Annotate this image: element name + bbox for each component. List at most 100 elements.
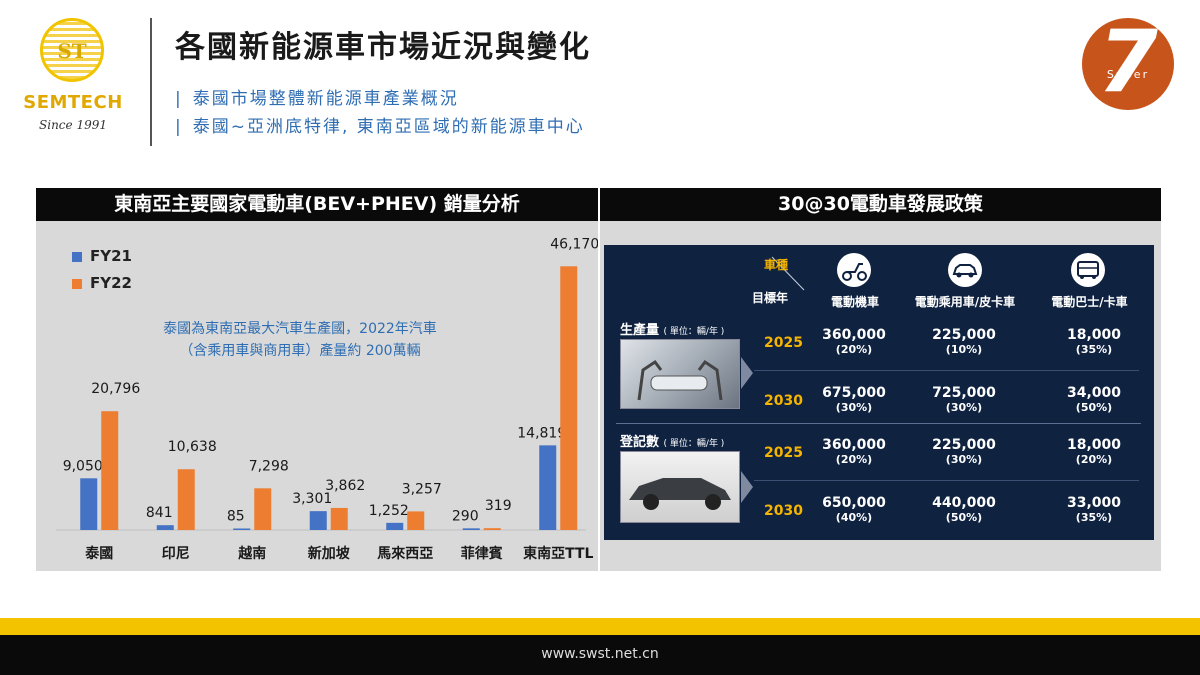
group-separator — [616, 423, 1141, 424]
target-year: 2025 — [764, 445, 803, 461]
category-label-4: 馬來西亞 — [377, 545, 433, 562]
group-label: 生產量 ( 單位：輛/年 ) — [620, 319, 724, 338]
policy-share: (20%) — [1075, 453, 1113, 466]
subtitle-bar: | — [175, 117, 183, 137]
column-header: 電動巴士/卡車 — [1051, 295, 1128, 309]
policy-share: (30%) — [835, 401, 873, 414]
data-label-fy21-6: 14,819 — [517, 425, 566, 441]
category-label-5: 菲律賓 — [461, 545, 503, 562]
group-unit: ( 單位：輛/年 ) — [663, 439, 725, 449]
badge-word: Super — [1106, 68, 1150, 81]
policy-value: 18,000 — [1066, 437, 1122, 453]
policy-cell: 18,000 (20%) — [1049, 437, 1139, 466]
policy-share: (30%) — [945, 453, 983, 466]
bar-fy22-1 — [177, 469, 195, 530]
data-label-fy22-2: 7,298 — [249, 458, 289, 474]
policy-cell: 675,000 (30%) — [809, 385, 899, 414]
policy-share: (10%) — [945, 343, 983, 356]
corner-bottom: 目標年 — [752, 291, 789, 305]
policy-cell: 18,000 (35%) — [1049, 327, 1139, 356]
arrow-icon — [741, 471, 753, 503]
group-label-text: 登記數 — [620, 435, 660, 450]
data-label-fy21-5: 290 — [452, 508, 479, 524]
category-label-3: 新加坡 — [308, 545, 351, 562]
group-label-text: 生產量 — [620, 323, 660, 338]
logo-brand: SEMTECH — [23, 92, 123, 113]
policy-cell: 650,000 (40%) — [809, 495, 899, 524]
footer-url[interactable]: www.swst.net.cn — [0, 646, 1200, 662]
data-label-fy22-4: 3,257 — [402, 481, 442, 497]
super7-badge: 7 Super — [1082, 12, 1174, 112]
corner-top: 車種 — [764, 258, 789, 272]
footer-stripe — [0, 618, 1200, 635]
category-label-6: 東南亞TTL — [523, 545, 593, 562]
policy-cell: 33,000 (35%) — [1049, 495, 1139, 524]
data-label-fy21-2: 85 — [227, 509, 245, 525]
bar-fy21-1 — [156, 525, 174, 530]
bar-fy22-3 — [330, 507, 348, 530]
target-year: 2030 — [764, 503, 803, 519]
group-unit: ( 單位：輛/年 ) — [663, 327, 725, 337]
policy-cell: 34,000 (50%) — [1049, 385, 1139, 414]
policy-value: 18,000 — [1066, 327, 1122, 343]
row-separator — [754, 480, 1139, 481]
subtitle-1-text: 泰國市場整體新能源車產業概況 — [192, 89, 459, 109]
bar-fy22-4 — [407, 511, 425, 530]
data-label-fy22-0: 20,796 — [91, 381, 140, 397]
data-label-fy22-5: 319 — [485, 498, 512, 514]
data-label-fy21-0: 9,050 — [63, 458, 103, 474]
policy-value: 33,000 — [1066, 495, 1122, 511]
ev-car-photo — [620, 451, 740, 523]
bar-fy22-6 — [560, 266, 578, 530]
policy-value: 675,000 — [822, 385, 886, 401]
policy-share: (35%) — [1075, 511, 1113, 524]
row-separator — [754, 370, 1139, 371]
data-label-fy22-1: 10,638 — [168, 439, 217, 455]
policy-heading: 30@30電動車發展政策 — [600, 188, 1161, 221]
data-label-fy21-1: 841 — [146, 505, 173, 521]
policy-cell: 225,000 (30%) — [919, 437, 1009, 466]
policy-cell: 440,000 (50%) — [919, 495, 1009, 524]
category-label-2: 越南 — [237, 545, 266, 562]
logo-seal-icon: ST — [40, 18, 104, 82]
subtitle-1: | 泰國市場整體新能源車產業概況 — [175, 84, 459, 109]
data-label-fy22-6: 46,170 — [550, 236, 598, 252]
policy-value: 360,000 — [822, 437, 886, 453]
semtech-logo: ST SEMTECH Since 1991 — [18, 18, 128, 138]
policy-value: 34,000 — [1066, 385, 1122, 401]
policy-value: 650,000 — [822, 495, 886, 511]
category-label-0: 泰國 — [84, 545, 113, 562]
header-divider — [150, 18, 152, 146]
policy-value: 360,000 — [822, 327, 886, 343]
bar-fy22-2 — [254, 488, 272, 530]
policy-share: (50%) — [1075, 401, 1113, 414]
page-title: 各國新能源車市場近況與變化 — [175, 30, 591, 65]
policy-value: 725,000 — [932, 385, 996, 401]
policy-cell: 725,000 (30%) — [919, 385, 1009, 414]
bar-fy21-3 — [309, 511, 327, 530]
target-year: 2025 — [764, 335, 803, 351]
badge-number: 7 — [1098, 12, 1158, 112]
policy-share: (20%) — [835, 453, 873, 466]
chart-heading: 東南亞主要國家電動車(BEV+PHEV) 銷量分析 — [36, 188, 598, 221]
bar-fy21-6 — [539, 445, 557, 530]
subtitle-2: | 泰國~亞洲底特律, 東南亞區域的新能源車中心 — [175, 112, 585, 137]
policy-value: 440,000 — [932, 495, 996, 511]
policy-share: (20%) — [835, 343, 873, 356]
data-label-fy21-4: 1,252 — [369, 503, 409, 519]
subtitle-bar: | — [175, 89, 183, 109]
subtitle-2-text: 泰國~亞洲底特律, 東南亞區域的新能源車中心 — [192, 117, 585, 137]
policy-cell: 360,000 (20%) — [809, 437, 899, 466]
bar-fy21-4 — [386, 522, 404, 530]
bar-fy21-5 — [462, 528, 480, 530]
policy-table: 車種 目標年 電動機車 電動乘用車/皮卡車 電動巴士/卡車 生產量 ( 單位：輛… — [604, 245, 1154, 540]
policy-value: 225,000 — [932, 437, 996, 453]
group-label: 登記數 ( 單位：輛/年 ) — [620, 431, 724, 450]
policy-cell: 360,000 (20%) — [809, 327, 899, 356]
target-year: 2030 — [764, 393, 803, 409]
bar-fy22-0 — [101, 411, 119, 530]
bar-fy21-0 — [80, 478, 98, 530]
policy-cell: 225,000 (10%) — [919, 327, 1009, 356]
logo-since: Since 1991 — [39, 118, 107, 132]
bus-icon — [1071, 253, 1105, 287]
